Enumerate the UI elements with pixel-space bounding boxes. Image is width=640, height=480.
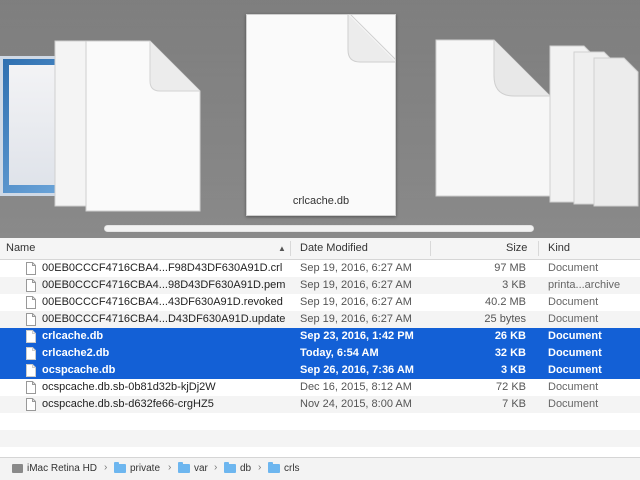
path-item-disk[interactable]: iMac Retina HD xyxy=(12,463,97,474)
file-kind: Document xyxy=(548,347,602,359)
chevron-right-icon: › xyxy=(104,462,108,473)
file-name: 00EB0CCCF4716CBA4...43DF630A91D.revoked xyxy=(42,296,283,308)
file-kind: Document xyxy=(548,381,599,393)
file-date: Today, 6:54 AM xyxy=(300,347,379,359)
chevron-right-icon: › xyxy=(214,462,218,473)
file-size: 97 MB xyxy=(494,262,526,274)
file-name: crlcache.db xyxy=(42,330,104,342)
file-row-selected[interactable]: crlcache.db Sep 23, 2016, 1:42 PM 26 KB … xyxy=(0,328,640,345)
file-date: Sep 26, 2016, 7:36 AM xyxy=(300,364,414,376)
file-size: 25 bytes xyxy=(484,313,526,325)
document-fold-icon xyxy=(342,14,396,63)
document-icon xyxy=(26,398,36,411)
document-icon xyxy=(26,347,36,360)
empty-row xyxy=(0,413,640,430)
file-name: 00EB0CCCF4716CBA4...98D43DF630A91D.pem xyxy=(42,279,286,291)
file-date: Sep 23, 2016, 1:42 PM xyxy=(300,330,414,342)
center-document-label: crlcache.db xyxy=(292,195,350,207)
sort-ascending-icon: ▲ xyxy=(278,244,286,253)
file-name: ocspcache.db xyxy=(42,364,116,376)
document-icon xyxy=(26,313,36,326)
empty-row xyxy=(0,430,640,447)
path-item-label: var xyxy=(194,463,208,474)
file-size: 7 KB xyxy=(502,398,526,410)
column-header: Name ▲ Date Modified Size Kind xyxy=(0,238,640,260)
center-document-preview[interactable]: crlcache.db xyxy=(246,14,396,216)
file-size: 72 KB xyxy=(496,381,526,393)
document-icon xyxy=(26,279,36,292)
file-size: 3 KB xyxy=(502,279,526,291)
file-date: Nov 24, 2015, 8:00 AM xyxy=(300,398,412,410)
path-item-folder[interactable]: var xyxy=(178,462,208,474)
cover-flow-view[interactable]: crlcache.db xyxy=(0,0,640,238)
hard-disk-icon xyxy=(12,464,23,473)
file-size: 3 KB xyxy=(500,364,526,376)
file-kind: Document xyxy=(548,296,599,308)
path-item-label: crls xyxy=(284,463,300,474)
file-row[interactable]: ocspcache.db.sb-d632fe66-crgHZ5 Nov 24, … xyxy=(0,396,640,413)
file-kind: Document xyxy=(548,262,599,274)
file-kind: Document xyxy=(548,330,602,342)
document-icon xyxy=(26,296,36,309)
file-date: Sep 19, 2016, 6:27 AM xyxy=(300,313,412,325)
document-icon xyxy=(26,364,36,377)
column-size[interactable]: Size xyxy=(506,242,527,254)
file-name: crlcache2.db xyxy=(42,347,110,359)
document-icon xyxy=(26,262,36,275)
file-kind: Document xyxy=(548,313,599,325)
folder-icon xyxy=(178,462,190,473)
file-row[interactable]: 00EB0CCCF4716CBA4...98D43DF630A91D.pem S… xyxy=(0,277,640,294)
file-kind: Document xyxy=(548,398,599,410)
column-name[interactable]: Name xyxy=(6,242,35,254)
folder-icon xyxy=(224,462,236,473)
file-row-selected[interactable]: ocspcache.db Sep 26, 2016, 7:36 AM 3 KB … xyxy=(0,362,640,379)
file-row[interactable]: 00EB0CCCF4716CBA4...43DF630A91D.revoked … xyxy=(0,294,640,311)
file-name: ocspcache.db.sb-0b81d32b-kjDj2W xyxy=(42,381,216,393)
file-size: 40.2 MB xyxy=(485,296,526,308)
cover-flow-scrollbar[interactable] xyxy=(104,225,534,232)
chevron-right-icon: › xyxy=(258,462,262,473)
path-item-folder[interactable]: private xyxy=(114,462,161,474)
file-name: 00EB0CCCF4716CBA4...F98D43DF630A91D.crl xyxy=(42,262,283,274)
file-date: Sep 19, 2016, 6:27 AM xyxy=(300,296,412,308)
file-date: Sep 19, 2016, 6:27 AM xyxy=(300,262,412,274)
file-size: 32 KB xyxy=(494,347,526,359)
file-name: 00EB0CCCF4716CBA4...D43DF630A91D.update xyxy=(42,313,286,325)
file-row[interactable]: 00EB0CCCF4716CBA4...F98D43DF630A91D.crl … xyxy=(0,260,640,277)
left-document-stack[interactable] xyxy=(50,36,210,216)
path-item-label: iMac Retina HD xyxy=(27,463,98,474)
file-date: Sep 19, 2016, 6:27 AM xyxy=(300,279,412,291)
path-item-folder[interactable]: db xyxy=(224,462,252,474)
path-bar: iMac Retina HD › private › var › db › cr… xyxy=(0,457,640,480)
file-date: Dec 16, 2015, 8:12 AM xyxy=(300,381,412,393)
file-row[interactable]: 00EB0CCCF4716CBA4...D43DF630A91D.update … xyxy=(0,311,640,328)
column-divider[interactable] xyxy=(290,241,291,256)
path-item-label: db xyxy=(240,463,252,474)
file-row-selected[interactable]: crlcache2.db Today, 6:54 AM 32 KB Docume… xyxy=(0,345,640,362)
right-document-stack[interactable] xyxy=(434,36,640,208)
column-divider[interactable] xyxy=(538,241,539,256)
file-row[interactable]: ocspcache.db.sb-0b81d32b-kjDj2W Dec 16, … xyxy=(0,379,640,396)
column-date-modified[interactable]: Date Modified xyxy=(300,242,368,254)
file-kind: Document xyxy=(548,364,602,376)
folder-icon xyxy=(114,462,126,473)
file-list: 00EB0CCCF4716CBA4...F98D43DF630A91D.crl … xyxy=(0,260,640,447)
file-kind: printa...archive xyxy=(548,279,621,291)
column-divider[interactable] xyxy=(430,241,431,256)
column-kind[interactable]: Kind xyxy=(548,242,570,254)
document-icon xyxy=(26,330,36,343)
file-size: 26 KB xyxy=(494,330,526,342)
path-item-label: private xyxy=(130,463,161,474)
chevron-right-icon: › xyxy=(168,462,172,473)
file-name: ocspcache.db.sb-d632fe66-crgHZ5 xyxy=(42,398,214,410)
folder-icon xyxy=(268,462,280,473)
document-icon xyxy=(26,381,36,394)
path-item-folder[interactable]: crls xyxy=(268,462,300,474)
